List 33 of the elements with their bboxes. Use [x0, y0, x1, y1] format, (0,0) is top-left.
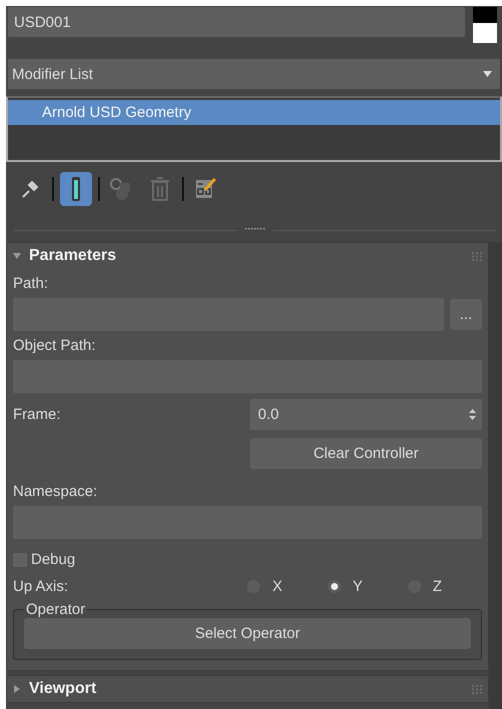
frame-value: 0.0 — [258, 406, 279, 423]
name-field[interactable]: USD001 — [8, 7, 465, 37]
radio-label: X — [272, 578, 282, 595]
trash-icon[interactable] — [151, 177, 169, 201]
stack-item[interactable]: Arnold USD Geometry — [8, 100, 500, 125]
grip-icon — [472, 252, 482, 260]
test-tube-icon[interactable] — [70, 176, 82, 202]
field-label: Path: — [13, 275, 50, 294]
rollout-title[interactable]: Parameters — [29, 247, 116, 265]
spinner-arrows-icon[interactable] — [469, 409, 476, 420]
caret-icon[interactable] — [13, 685, 21, 693]
radio-label: Y — [352, 578, 363, 595]
edit-grid-icon[interactable] — [195, 178, 217, 200]
field-label: Up Axis: — [13, 578, 70, 595]
dropdown-arrow-icon — [483, 71, 492, 77]
browse-button[interactable]: ... — [450, 299, 482, 330]
clear-controller-button[interactable]: Clear Controller — [250, 438, 482, 469]
rollout-title[interactable]: Viewport — [29, 680, 96, 698]
caret-icon[interactable] — [13, 252, 21, 260]
color-swatch[interactable] — [473, 7, 497, 43]
field-label: Frame: — [13, 406, 61, 423]
splitter-handle[interactable] — [245, 228, 265, 232]
frame-spinner[interactable]: 0.0 — [250, 399, 482, 430]
modifier-dropdown[interactable]: Modifier List — [8, 59, 500, 89]
radio-label: Z — [432, 578, 442, 595]
checkbox-label: Debug — [31, 551, 76, 568]
radio-button[interactable] — [328, 580, 341, 593]
field-label: Object Path: — [13, 337, 97, 356]
select-operator-button[interactable]: Select Operator — [24, 618, 471, 649]
toolbar-button[interactable] — [60, 172, 92, 206]
grip-icon — [472, 684, 482, 694]
group-title: Operator — [25, 601, 86, 618]
field-label: Namespace: — [13, 483, 98, 502]
